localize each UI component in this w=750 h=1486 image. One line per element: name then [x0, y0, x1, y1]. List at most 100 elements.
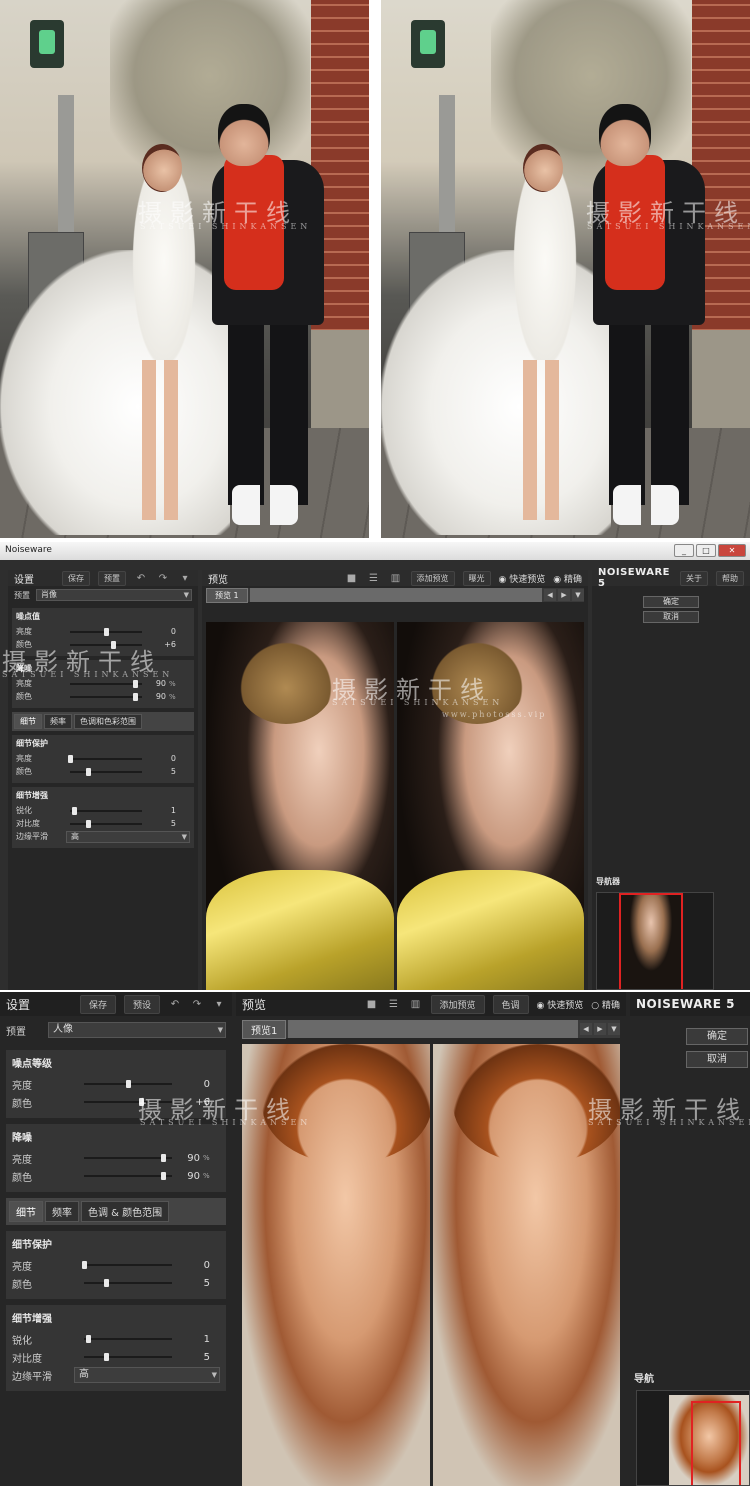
preset-select[interactable]: 人像 [48, 1022, 226, 1038]
slider-track[interactable] [84, 1353, 172, 1361]
maximize-button[interactable]: □ [696, 544, 716, 557]
right-panel: NOISEWARE 5 确定 取消 导航 [630, 992, 750, 1486]
cancel-button[interactable]: 取消 [686, 1051, 748, 1068]
slider-track[interactable] [70, 627, 142, 636]
slider-thumb[interactable] [86, 767, 91, 776]
slider-thumb[interactable] [126, 1080, 131, 1088]
slider-thumb[interactable] [82, 1261, 87, 1269]
slider-track[interactable] [70, 692, 142, 701]
slider-track[interactable] [70, 819, 142, 828]
preview-image-area[interactable] [242, 1044, 620, 1486]
save-button[interactable]: 保存 [79, 994, 116, 1014]
slider-value: 90 [155, 679, 166, 688]
accurate-radio[interactable]: ◉ 精确 [553, 572, 582, 585]
preview-tab-1[interactable]: 预览 1 [206, 587, 248, 603]
cancel-button[interactable]: 取消 [643, 611, 699, 623]
fast-preview-radio[interactable]: ◉ 快速预览 [499, 572, 546, 585]
slider-label: 颜色 [12, 1098, 32, 1110]
slider-unit: % [169, 679, 176, 688]
preset-select[interactable]: 肖像 [36, 589, 192, 601]
slider-track[interactable] [84, 1172, 172, 1180]
next-arrow-icon[interactable]: ▶ [558, 589, 570, 601]
navigator-viewport[interactable] [619, 893, 683, 989]
slider-value: 5 [203, 1351, 210, 1363]
slider-track[interactable] [84, 1154, 172, 1162]
slider-track[interactable] [84, 1080, 172, 1088]
preview-title: 预览 [208, 574, 228, 586]
slider-thumb[interactable] [68, 754, 73, 763]
dropdown-arrow-icon[interactable]: ▼ [608, 1023, 620, 1035]
slider-track[interactable] [84, 1335, 172, 1343]
slider-track[interactable] [70, 679, 142, 688]
slider-thumb[interactable] [71, 806, 77, 815]
next-arrow-icon[interactable]: ▶ [594, 1023, 606, 1035]
ok-button[interactable]: 确定 [643, 596, 699, 608]
slider-value: 1 [170, 806, 176, 815]
navigator-box[interactable] [636, 1390, 750, 1486]
undo-icon[interactable]: ↶ [168, 999, 182, 1010]
slider-value: 0 [203, 1078, 210, 1090]
slider-thumb[interactable] [132, 692, 138, 701]
brand-logo: NOISEWARE 5 [598, 567, 670, 589]
single-view-icon[interactable]: ■ [345, 573, 359, 584]
tab-frequency[interactable]: 频率 [44, 714, 72, 729]
slider-track[interactable] [70, 767, 142, 776]
prev-arrow-icon[interactable]: ◀ [580, 1023, 592, 1035]
slider-label: 锐化 [12, 1335, 32, 1347]
preview-tab-1[interactable]: 预览1 [242, 1019, 287, 1039]
menu-arrow-icon[interactable]: ▾ [178, 573, 192, 584]
slider-thumb[interactable] [161, 1154, 167, 1162]
accurate-radio[interactable]: ○ 精确 [591, 998, 620, 1011]
add-preview-button[interactable]: 添加预览 [410, 570, 455, 586]
navigator-viewport[interactable] [691, 1401, 741, 1485]
watermark-en: SATSUEI SHINKANSEN [140, 1118, 312, 1127]
slider-thumb[interactable] [132, 679, 138, 688]
split-horizontal-icon[interactable]: ☰ [387, 999, 401, 1010]
group-title: 降噪 [12, 1133, 32, 1144]
save-button[interactable]: 保存 [62, 570, 90, 586]
slider-thumb[interactable] [104, 1279, 109, 1287]
slider-thumb[interactable] [86, 1335, 92, 1343]
redo-icon[interactable]: ↷ [156, 573, 170, 584]
split-vertical-icon[interactable]: ▥ [409, 999, 423, 1010]
slider-thumb[interactable] [161, 1172, 167, 1180]
tab-detail[interactable]: 细节 [14, 714, 42, 729]
split-vertical-icon[interactable]: ▥ [389, 573, 403, 584]
slider-thumb[interactable] [86, 819, 91, 828]
prev-arrow-icon[interactable]: ◀ [544, 589, 556, 601]
dropdown-arrow-icon[interactable]: ▼ [572, 589, 584, 601]
slider-value: 5 [170, 767, 176, 776]
preset-label: 预置 [14, 590, 30, 600]
tone-button[interactable]: 色调 [492, 994, 529, 1014]
ok-button[interactable]: 确定 [686, 1028, 748, 1045]
navigator-box[interactable] [596, 892, 714, 990]
slider-track[interactable] [82, 1261, 172, 1269]
exposure-button[interactable]: 曝光 [462, 570, 491, 586]
slider-value: 0 [170, 754, 176, 763]
fast-preview-radio[interactable]: ◉ 快速预览 [537, 998, 584, 1011]
menu-arrow-icon[interactable]: ▾ [212, 999, 226, 1010]
single-view-icon[interactable]: ■ [365, 999, 379, 1010]
close-button[interactable]: ✕ [718, 544, 746, 557]
help-button[interactable]: 帮助 [716, 570, 744, 586]
edge-smoothing-select[interactable]: 高 [74, 1367, 220, 1383]
redo-icon[interactable]: ↷ [190, 999, 204, 1010]
tab-detail[interactable]: 细节 [9, 1201, 43, 1222]
detail-protect-group: 细节保护 亮度 0 颜色 5 [6, 1231, 226, 1299]
tab-tone-color-range[interactable]: 色调和色彩范围 [74, 714, 142, 729]
split-horizontal-icon[interactable]: ☰ [367, 573, 381, 584]
slider-track[interactable] [68, 754, 142, 763]
edge-smoothing-select[interactable]: 高 [66, 830, 190, 843]
undo-icon[interactable]: ↶ [134, 573, 148, 584]
about-button[interactable]: 关于 [680, 570, 708, 586]
minimize-button[interactable]: _ [674, 544, 694, 557]
add-preview-button[interactable]: 添加预览 [430, 994, 485, 1014]
slider-track[interactable] [70, 806, 142, 815]
tab-frequency[interactable]: 频率 [45, 1201, 79, 1222]
slider-track[interactable] [84, 1279, 172, 1287]
preset-button[interactable]: 预设 [123, 994, 160, 1014]
preset-button[interactable]: 预置 [98, 570, 126, 586]
tab-tone-color-range[interactable]: 色调 & 颜色范围 [81, 1201, 170, 1222]
slider-thumb[interactable] [104, 627, 109, 636]
slider-thumb[interactable] [104, 1353, 109, 1361]
